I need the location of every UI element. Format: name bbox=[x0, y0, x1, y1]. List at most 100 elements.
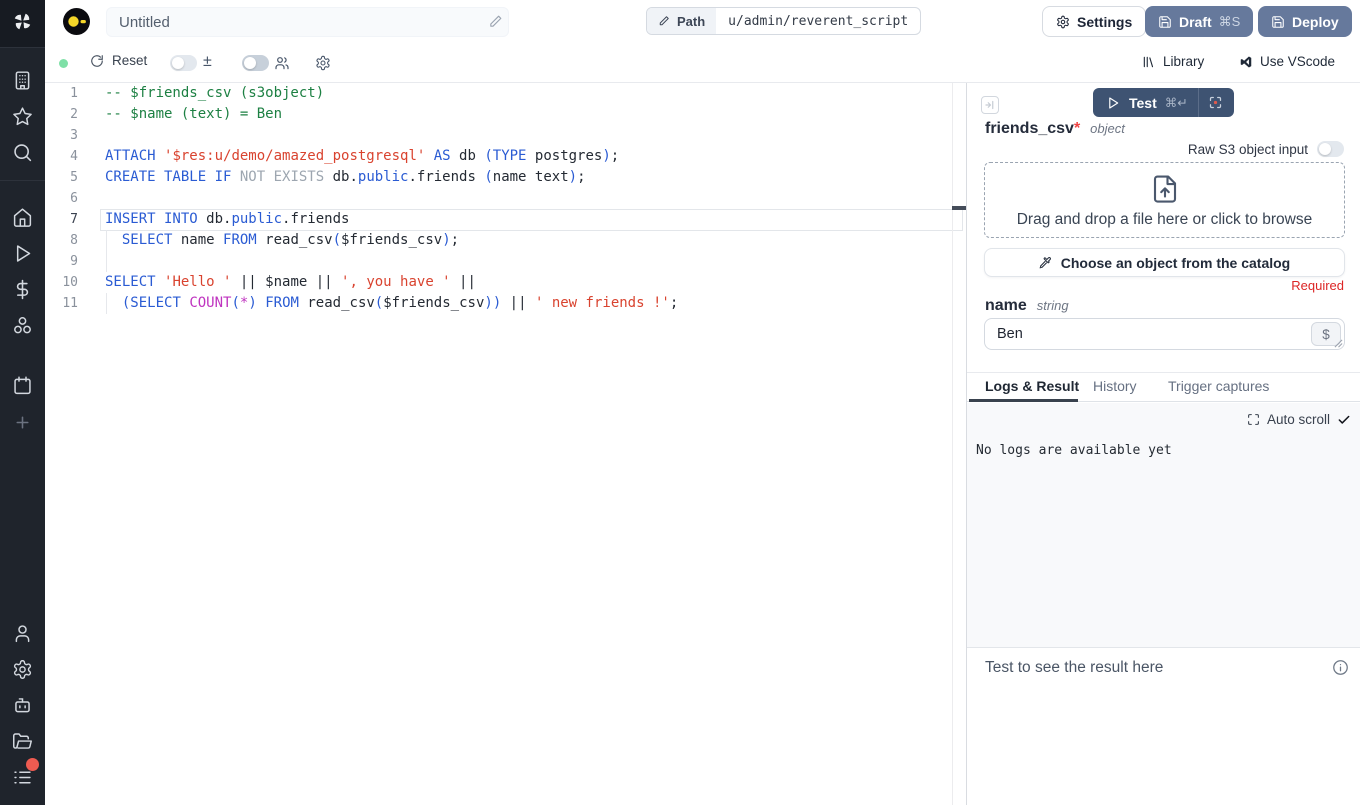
draft-button[interactable]: Draft ⌘S bbox=[1145, 6, 1253, 37]
line-number: 7 bbox=[45, 209, 78, 230]
deploy-button[interactable]: Deploy bbox=[1258, 6, 1352, 37]
windmill-script-editor: Path u/admin/reverent_script Settings Dr… bbox=[0, 0, 1360, 805]
settings-button[interactable]: Settings bbox=[1042, 6, 1146, 37]
name-input[interactable] bbox=[985, 319, 1305, 349]
editor-scrollbar-gutter bbox=[952, 83, 953, 805]
script-title-input[interactable] bbox=[106, 7, 509, 37]
code-line[interactable]: 5CREATE TABLE IF NOT EXISTS db.public.fr… bbox=[45, 167, 945, 188]
toggle-knob bbox=[172, 57, 184, 69]
result-placeholder-text: Test to see the result here bbox=[985, 659, 1163, 677]
path-edit-button[interactable]: Path bbox=[647, 8, 716, 34]
editor-toolbar: Reset ± Library Use VScode bbox=[45, 44, 1360, 82]
line-number: 10 bbox=[45, 272, 78, 293]
workspace-icon[interactable] bbox=[12, 70, 33, 91]
draft-shortcut: ⌘S bbox=[1219, 14, 1241, 30]
save-icon bbox=[1271, 15, 1285, 29]
runs-play-icon[interactable] bbox=[12, 243, 33, 264]
home-icon[interactable] bbox=[12, 207, 33, 228]
code-line[interactable]: 10 SELECT 'Hello ' || $name || ', you hav… bbox=[45, 272, 945, 293]
editor-settings-icon[interactable] bbox=[315, 55, 331, 71]
path-label: Path bbox=[677, 14, 705, 29]
code-text: (SELECT COUNT(*) FROM read_csv($friends_… bbox=[105, 293, 678, 314]
reset-button[interactable]: Reset bbox=[90, 53, 147, 68]
favorites-star-icon[interactable] bbox=[12, 106, 33, 127]
tab-trigger-captures[interactable]: Trigger captures bbox=[1168, 378, 1269, 394]
diff-plus-minus-icon: ± bbox=[203, 53, 212, 71]
choose-object-catalog-button[interactable]: Choose an object from the catalog bbox=[984, 248, 1345, 277]
topbar: Path u/admin/reverent_script Settings Dr… bbox=[45, 0, 1360, 44]
tab-logs-result[interactable]: Logs & Result bbox=[985, 378, 1079, 394]
use-vscode-button[interactable]: Use VScode bbox=[1239, 54, 1335, 69]
pencil-icon bbox=[658, 15, 670, 27]
diff-toggle[interactable] bbox=[170, 55, 197, 71]
add-plus-icon[interactable] bbox=[12, 412, 33, 433]
code-editor[interactable]: 1-- $friends_csv (s3object)2-- $name (te… bbox=[45, 83, 966, 805]
path-control[interactable]: Path u/admin/reverent_script bbox=[646, 7, 921, 35]
code-line[interactable]: 4ATTACH '$res:u/demo/amazed_postgresql' … bbox=[45, 146, 945, 167]
edit-title-pencil-icon[interactable] bbox=[488, 14, 503, 29]
line-number: 1 bbox=[45, 83, 78, 104]
code-text: INSERT INTO db.public.friends bbox=[105, 209, 349, 230]
folders-icon[interactable] bbox=[12, 731, 33, 752]
raw-s3-toggle[interactable] bbox=[1317, 141, 1344, 157]
code-line[interactable]: 3 bbox=[45, 125, 945, 146]
collapse-panel-icon[interactable] bbox=[981, 96, 999, 114]
user-icon[interactable] bbox=[12, 623, 33, 644]
toggle-knob bbox=[244, 57, 256, 69]
line-number: 3 bbox=[45, 125, 78, 146]
dropzone-text: Drag and drop a file here or click to br… bbox=[985, 211, 1344, 229]
capture-icon bbox=[1208, 95, 1223, 110]
code-line[interactable]: 9 bbox=[45, 251, 945, 272]
info-icon[interactable] bbox=[1332, 659, 1349, 676]
code-text: -- $name (text) = Ben bbox=[105, 104, 282, 125]
code-line[interactable]: 2-- $name (text) = Ben bbox=[45, 104, 945, 125]
arg-type: string bbox=[1037, 298, 1069, 313]
check-icon bbox=[1337, 413, 1351, 427]
test-button[interactable]: Test ⌘↵ bbox=[1093, 88, 1234, 117]
settings-gear-icon[interactable] bbox=[12, 659, 33, 680]
arg-name: friends_csv bbox=[985, 120, 1074, 138]
logs-panel: Auto scroll No logs are available yet bbox=[967, 403, 1360, 648]
collaborators-icon[interactable] bbox=[274, 55, 290, 71]
library-button[interactable]: Library bbox=[1142, 54, 1204, 69]
result-tabs: Logs & Result History Trigger captures bbox=[967, 373, 1360, 402]
logs-empty-text: No logs are available yet bbox=[976, 443, 1172, 458]
auto-scroll-control[interactable]: Auto scroll bbox=[1247, 412, 1351, 427]
save-icon bbox=[1158, 15, 1172, 29]
line-number: 8 bbox=[45, 230, 78, 251]
indent-guide bbox=[106, 251, 107, 272]
file-upload-icon bbox=[1150, 174, 1180, 204]
raw-s3-input-row: Raw S3 object input bbox=[1188, 141, 1344, 157]
required-asterisk: * bbox=[1074, 120, 1080, 138]
name-input-wrap: $ bbox=[984, 318, 1345, 350]
catalog-button-label: Choose an object from the catalog bbox=[1061, 255, 1290, 271]
pipette-icon bbox=[1039, 256, 1052, 269]
line-number: 5 bbox=[45, 167, 78, 188]
file-dropzone[interactable]: Drag and drop a file here or click to br… bbox=[984, 162, 1345, 238]
code-line[interactable]: 11 (SELECT COUNT(*) FROM read_csv($frien… bbox=[45, 293, 945, 314]
code-line[interactable]: 1-- $friends_csv (s3object) bbox=[45, 83, 945, 104]
argument-name: name string bbox=[985, 297, 1069, 315]
resources-cluster-icon[interactable] bbox=[12, 315, 33, 336]
indent-guide bbox=[106, 230, 107, 251]
reset-label: Reset bbox=[112, 53, 147, 68]
variables-dollar-icon[interactable] bbox=[12, 279, 33, 300]
tab-history[interactable]: History bbox=[1093, 378, 1137, 394]
collaboration-toggle[interactable] bbox=[242, 55, 269, 71]
schedules-calendar-icon[interactable] bbox=[12, 375, 33, 396]
run-panel: Test ⌘↵ friends_csv* object Raw S3 objec… bbox=[966, 83, 1360, 805]
active-tab-underline bbox=[969, 399, 1078, 402]
code-line[interactable]: 8 SELECT name FROM read_csv($friends_csv… bbox=[45, 230, 945, 251]
search-icon[interactable] bbox=[12, 142, 33, 163]
workers-robot-icon[interactable] bbox=[12, 695, 33, 716]
required-label: Required bbox=[1291, 278, 1344, 293]
code-text: SELECT 'Hello ' || $name || ', you have … bbox=[105, 272, 476, 293]
library-icon bbox=[1142, 55, 1156, 69]
windmill-logo-icon[interactable] bbox=[12, 11, 33, 32]
indent-guide bbox=[106, 293, 107, 314]
divider bbox=[1198, 88, 1199, 117]
notification-dot bbox=[26, 758, 39, 771]
code-line[interactable]: 6 bbox=[45, 188, 945, 209]
code-line[interactable]: 7 INSERT INTO db.public.friends bbox=[45, 209, 945, 230]
arg-name: name bbox=[985, 297, 1027, 315]
